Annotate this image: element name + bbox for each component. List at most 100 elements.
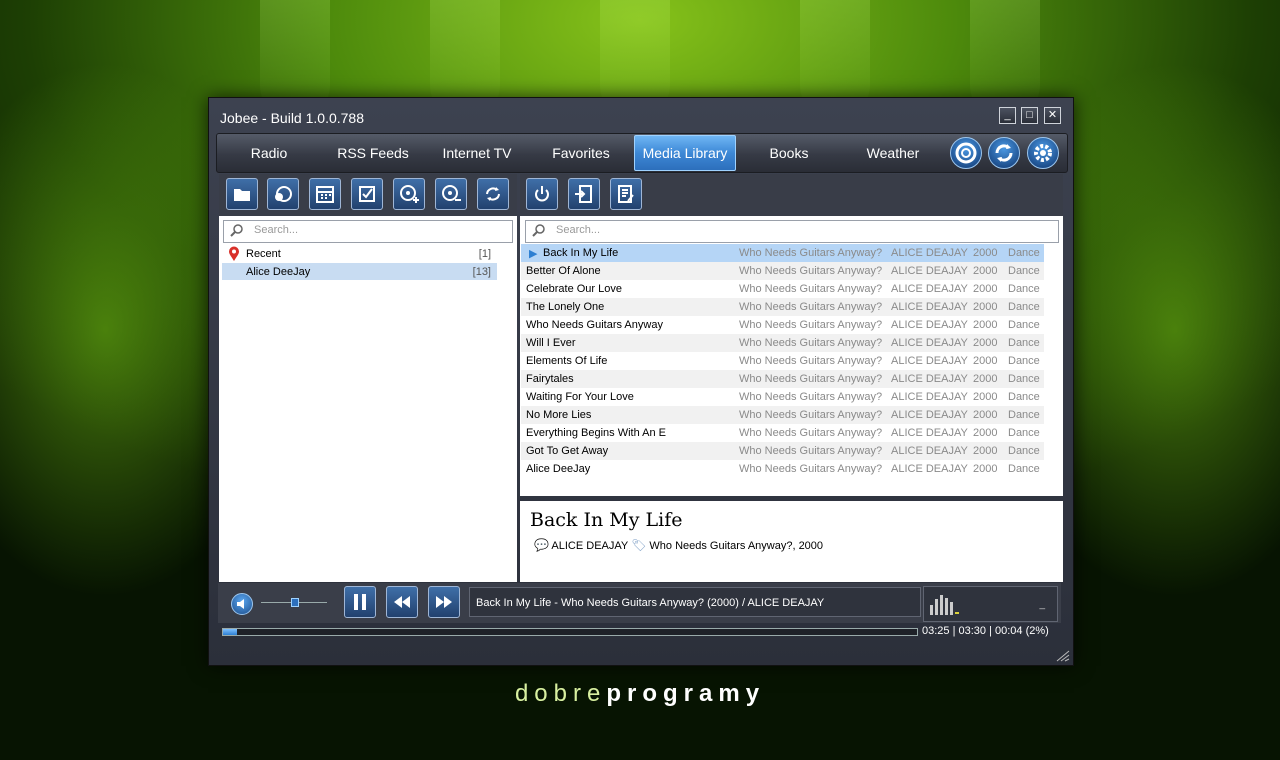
track-album: Who Needs Guitars Anyway?: [739, 265, 883, 277]
track-album: Who Needs Guitars Anyway?: [739, 427, 883, 439]
track-row[interactable]: Got To Get Away Who Needs Guitars Anyway?…: [521, 442, 1044, 460]
track-year: 2000: [973, 391, 998, 403]
track-row[interactable]: Waiting For Your Love Who Needs Guitars A…: [521, 388, 1044, 406]
import-button[interactable]: [568, 178, 600, 210]
track-title: Waiting For Your Love: [526, 391, 634, 403]
library-search-input[interactable]: [252, 223, 501, 237]
track-title: Fairytales: [526, 373, 574, 385]
settings-gear-icon[interactable]: [1027, 137, 1059, 169]
track-album: Who Needs Guitars Anyway?: [739, 337, 883, 349]
track-album: Who Needs Guitars Anyway?: [739, 373, 883, 385]
tree-item-alice-deejay[interactable]: Alice DeeJay [13]: [222, 263, 497, 280]
track-artist: ALICE DEAJAY: [891, 463, 968, 475]
sync-icon[interactable]: [988, 137, 1020, 169]
track-search-input[interactable]: [554, 223, 1011, 237]
open-folder-button[interactable]: [226, 178, 258, 210]
track-title: Better Of Alone: [526, 265, 601, 277]
edit-document-button[interactable]: [610, 178, 642, 210]
track-title: Everything Begins With An E: [526, 427, 667, 439]
track-genre: Dance: [1008, 409, 1040, 421]
minimize-button[interactable]: _: [999, 107, 1016, 124]
tab-weather[interactable]: Weather: [841, 134, 945, 172]
visualizer[interactable]: _: [923, 586, 1058, 622]
brand-logo: dobreprogramy: [0, 680, 1280, 708]
app-window: Jobee - Build 1.0.0.788 _ □ ✕ Radio RSS …: [208, 97, 1074, 666]
track-artist: ALICE DEAJAY: [891, 319, 968, 331]
calendar-button[interactable]: [309, 178, 341, 210]
track-title: Will I Ever: [526, 337, 576, 349]
now-playing-text: Back In My Life - Who Needs Guitars Anyw…: [469, 587, 921, 617]
main-tab-bar: Radio RSS Feeds Internet TV Favorites Me…: [216, 133, 1068, 173]
tab-radio[interactable]: Radio: [217, 134, 321, 172]
title-bar[interactable]: Jobee - Build 1.0.0.788 _ □ ✕: [209, 98, 1073, 130]
track-row[interactable]: Elements Of Life Who Needs Guitars Anyway…: [521, 352, 1044, 370]
tree-item-recent[interactable]: Recent [1]: [222, 245, 497, 262]
track-genre: Dance: [1008, 463, 1040, 475]
brand-part-2: programy: [606, 680, 766, 707]
track-row[interactable]: Celebrate Our Love Who Needs Guitars Anyw…: [521, 280, 1044, 298]
track-year: 2000: [973, 355, 998, 367]
track-row[interactable]: Everything Begins With An E Who Needs Gui…: [521, 424, 1044, 442]
volume-slider[interactable]: [261, 598, 327, 607]
checklist-button[interactable]: [351, 178, 383, 210]
power-button[interactable]: [526, 178, 558, 210]
tree-item-label: Alice DeeJay: [246, 266, 311, 278]
speech-bubble-icon: 💬: [534, 538, 549, 552]
tab-favorites[interactable]: Favorites: [529, 134, 633, 172]
tab-internet-tv[interactable]: Internet TV: [425, 134, 529, 172]
track-title: The Lonely One: [526, 301, 605, 313]
track-artist: ALICE DEAJAY: [891, 355, 968, 367]
tab-books[interactable]: Books: [737, 134, 841, 172]
details-artist: ALICE DEAJAY: [551, 540, 629, 552]
speaker-icon[interactable]: [231, 593, 253, 615]
add-artist-button[interactable]: [267, 178, 299, 210]
track-album: Who Needs Guitars Anyway?: [739, 301, 883, 313]
track-year: 2000: [973, 337, 998, 349]
seek-bar[interactable]: [222, 628, 918, 636]
track-row[interactable]: No More Lies Who Needs Guitars Anyway? ALI…: [521, 406, 1044, 424]
track-album: Who Needs Guitars Anyway?: [739, 247, 883, 259]
refresh-button[interactable]: [477, 178, 509, 210]
volume-slider-handle[interactable]: [291, 598, 299, 607]
add-disc-button[interactable]: [393, 178, 425, 210]
track-title: Alice DeeJay: [526, 463, 591, 475]
track-search: [525, 220, 1059, 243]
track-artist: ALICE DEAJAY: [891, 391, 968, 403]
next-track-button[interactable]: [428, 586, 460, 618]
previous-track-button[interactable]: [386, 586, 418, 618]
library-tree-panel: Recent [1] Alice DeeJay [13]: [219, 216, 517, 582]
tree-item-label: Recent: [246, 248, 281, 260]
track-row[interactable]: Fairytales Who Needs Guitars Anyway? ALICE…: [521, 370, 1044, 388]
track-album: Who Needs Guitars Anyway?: [739, 463, 883, 475]
tree-item-count: [13]: [472, 266, 491, 278]
remove-disc-button[interactable]: [435, 178, 467, 210]
track-artist: ALICE DEAJAY: [891, 337, 968, 349]
time-display: 03:25 | 03:30 | 00:04 (2%): [922, 625, 1049, 637]
track-genre: Dance: [1008, 265, 1040, 277]
track-genre: Dance: [1008, 283, 1040, 295]
track-row[interactable]: Alice DeeJay Who Needs Guitars Anyway? ALI…: [521, 460, 1044, 478]
track-title: No More Lies: [526, 409, 592, 421]
track-row[interactable]: Will I Ever Who Needs Guitars Anyway? ALIC…: [521, 334, 1044, 352]
track-row[interactable]: Better Of Alone Who Needs Guitars Anyway?…: [521, 262, 1044, 280]
close-button[interactable]: ✕: [1044, 107, 1061, 124]
track-title: Elements Of Life: [526, 355, 608, 367]
help-lifebuoy-icon[interactable]: [950, 137, 982, 169]
track-genre: Dance: [1008, 301, 1040, 313]
search-icon: [532, 224, 545, 237]
track-year: 2000: [973, 445, 998, 457]
track-row[interactable]: Who Needs Guitars Anyway Who Needs Guitar…: [521, 316, 1044, 334]
track-row[interactable]: ▶ Back In My Life Who Needs Guitars Anyway…: [521, 244, 1044, 262]
tab-rss-feeds[interactable]: RSS Feeds: [321, 134, 425, 172]
maximize-button[interactable]: □: [1021, 107, 1038, 124]
details-album-year: Who Needs Guitars Anyway?, 2000: [649, 540, 824, 552]
tab-media-library[interactable]: Media Library: [634, 135, 736, 171]
pause-button[interactable]: [344, 586, 376, 618]
window-title: Jobee - Build 1.0.0.788: [220, 110, 364, 126]
resize-grip-icon[interactable]: [1056, 650, 1070, 662]
track-album: Who Needs Guitars Anyway?: [739, 391, 883, 403]
tree-item-count: [1]: [478, 248, 491, 260]
track-title: Back In My Life: [543, 247, 619, 259]
track-row[interactable]: The Lonely One Who Needs Guitars Anyway? A…: [521, 298, 1044, 316]
seek-bar-fill: [223, 629, 237, 635]
